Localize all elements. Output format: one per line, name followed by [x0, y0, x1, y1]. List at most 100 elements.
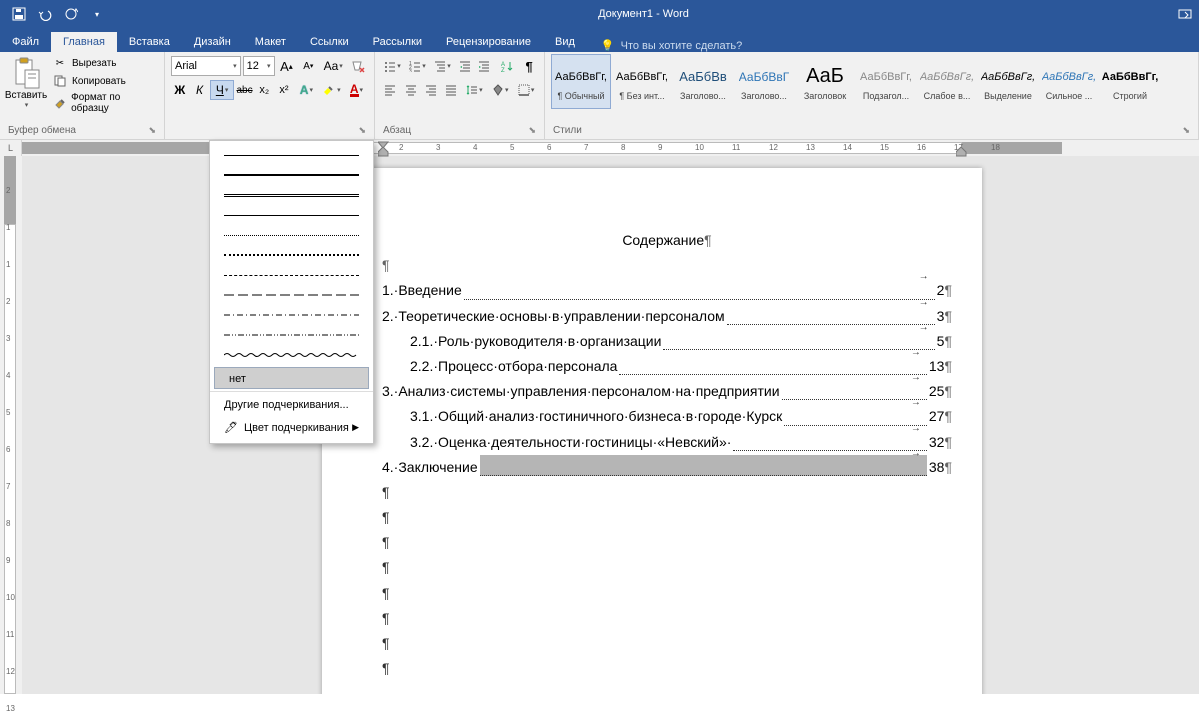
paste-label: Вставить [5, 90, 47, 101]
text-effects-button[interactable]: A▾ [295, 80, 318, 100]
format-painter-button[interactable]: Формат по образцу [50, 90, 158, 116]
style-1[interactable]: АаБбВвГг,¶ Без инт... [612, 54, 672, 109]
underline-button[interactable]: Ч▾ [210, 80, 233, 100]
scissors-icon: ✂ [53, 56, 67, 70]
tab-design[interactable]: Дизайн [182, 32, 243, 52]
ruler-vertical[interactable]: 2112345678910111213 [0, 156, 22, 694]
font-size-combo[interactable]: 12▾ [243, 56, 275, 76]
toc-row: 2.·Теоретические·основы·в·управлении·пер… [382, 304, 952, 329]
underline-heavy[interactable] [210, 205, 373, 225]
tab-selector[interactable]: L [0, 140, 22, 156]
underline-more[interactable]: Другие подчеркивания... [210, 394, 373, 416]
group-paragraph: ▾ 123▾ ▾ AZ ¶ ▾ ▾ ▾ Абзац⬊ [375, 52, 545, 139]
qat-customize[interactable]: ▾ [86, 3, 108, 25]
font-launcher[interactable]: ⬊ [358, 125, 366, 136]
grow-font-button[interactable]: A▴ [277, 56, 297, 76]
style-0[interactable]: АаБбВвГг,¶ Обычный [551, 54, 611, 109]
paragraph-launcher[interactable]: ⬊ [528, 125, 536, 136]
tab-home[interactable]: Главная [51, 32, 117, 52]
paste-button[interactable]: Вставить ▾ [6, 54, 46, 125]
indent-button[interactable] [476, 56, 494, 76]
shrink-font-button[interactable]: A▾ [298, 56, 318, 76]
style-5[interactable]: АаБбВвГг,Подзагол... [856, 54, 916, 109]
underline-dash[interactable] [210, 265, 373, 285]
style-name: ¶ Обычный [554, 91, 608, 101]
page-scroll-area[interactable]: Содержание¶ ¶ 1.·Введение→2¶2.·Теоретиче… [22, 156, 1199, 694]
toc-row: 4.·Заключение→38¶ [382, 455, 952, 480]
underline-dotted[interactable] [210, 225, 373, 245]
underline-color[interactable]: 🖊Цвет подчеркивания ▶ [210, 416, 373, 439]
underline-dash-long[interactable] [210, 285, 373, 305]
shading-button[interactable]: ▾ [488, 80, 512, 100]
style-9[interactable]: АаБбВвГг,Строгий [1100, 54, 1160, 109]
numbering-button[interactable]: 123▾ [406, 56, 429, 76]
show-hide-button[interactable]: ¶ [520, 56, 538, 76]
chevron-down-icon: ▾ [337, 86, 341, 94]
page: Содержание¶ ¶ 1.·Введение→2¶2.·Теоретиче… [322, 168, 982, 694]
font-name-combo[interactable]: Arial▾ [171, 56, 241, 76]
style-name: Заголово... [737, 91, 791, 101]
bullets-button[interactable]: ▾ [381, 56, 404, 76]
highlight-button[interactable]: ▾ [320, 80, 343, 100]
outdent-button[interactable] [456, 56, 474, 76]
underline-double[interactable] [210, 185, 373, 205]
underline-dash-dot-dot[interactable] [210, 325, 373, 345]
chevron-down-icon: ▾ [479, 86, 483, 94]
borders-button[interactable]: ▾ [514, 80, 538, 100]
cut-button[interactable]: ✂Вырезать [50, 54, 158, 72]
tab-review[interactable]: Рецензирование [434, 32, 543, 52]
align-left-button[interactable] [381, 80, 399, 100]
tab-view[interactable]: Вид [543, 32, 587, 52]
save-button[interactable] [8, 3, 30, 25]
clipboard-launcher[interactable]: ⬊ [148, 125, 156, 136]
bold-button[interactable]: Ж [171, 80, 189, 100]
superscript-button[interactable]: x² [275, 80, 293, 100]
align-center-button[interactable] [401, 80, 419, 100]
style-2[interactable]: АаБбВвЗаголово... [673, 54, 733, 109]
ruler-horizontal[interactable]: 21123456789101112131415161718 [22, 140, 1199, 156]
chevron-down-icon: ▾ [422, 62, 426, 70]
toc-row: 2.1.·Роль·руководителя·в·организации→5¶ [382, 329, 952, 354]
style-8[interactable]: АаБбВвГг,Сильное ... [1039, 54, 1099, 109]
underline-dash-dot[interactable] [210, 305, 373, 325]
align-right-button[interactable] [422, 80, 440, 100]
multilevel-button[interactable]: ▾ [431, 56, 454, 76]
redo-button[interactable] [60, 3, 82, 25]
font-color-button[interactable]: A▾ [345, 80, 368, 100]
tab-mailings[interactable]: Рассылки [361, 32, 434, 52]
undo-button[interactable] [34, 3, 56, 25]
svg-text:3: 3 [409, 69, 412, 72]
chevron-down-icon: ▾ [505, 86, 509, 94]
document-body[interactable]: Содержание¶ ¶ 1.·Введение→2¶2.·Теоретиче… [382, 228, 952, 681]
style-4[interactable]: АаБЗаголовок [795, 54, 855, 109]
tab-references[interactable]: Ссылки [298, 32, 361, 52]
ribbon-options[interactable] [1171, 0, 1199, 28]
copy-button[interactable]: Копировать [50, 72, 158, 90]
sort-button[interactable]: AZ [495, 56, 518, 76]
italic-button[interactable]: К [191, 80, 209, 100]
tab-file[interactable]: Файл [0, 32, 51, 52]
style-7[interactable]: АаБбВвГг,Выделение [978, 54, 1038, 109]
tab-layout[interactable]: Макет [243, 32, 298, 52]
subscript-button[interactable]: x₂ [255, 80, 273, 100]
style-preview: АаБбВвГ [739, 63, 789, 91]
style-name: Подзагол... [859, 91, 913, 101]
line-spacing-button[interactable]: ▾ [462, 80, 486, 100]
chevron-down-icon: ▾ [25, 101, 29, 109]
change-case-button[interactable]: Aa▾ [320, 56, 346, 76]
strike-button[interactable]: abc [236, 80, 254, 100]
underline-thick[interactable] [210, 165, 373, 185]
clear-format-button[interactable] [348, 56, 368, 76]
style-preview: АаБбВвГг, [1102, 63, 1159, 91]
underline-single[interactable] [210, 145, 373, 165]
tell-me[interactable]: 💡 Что вы хотите сделать? [601, 39, 742, 52]
underline-dotted-heavy[interactable] [210, 245, 373, 265]
styles-launcher[interactable]: ⬊ [1182, 125, 1190, 136]
style-6[interactable]: АаБбВвГг,Слабое в... [917, 54, 977, 109]
chevron-down-icon: ▾ [339, 62, 343, 70]
underline-none[interactable]: нет [214, 367, 369, 389]
underline-wavy[interactable] [210, 345, 373, 365]
tab-insert[interactable]: Вставка [117, 32, 182, 52]
justify-button[interactable] [442, 80, 460, 100]
style-3[interactable]: АаБбВвГЗаголово... [734, 54, 794, 109]
